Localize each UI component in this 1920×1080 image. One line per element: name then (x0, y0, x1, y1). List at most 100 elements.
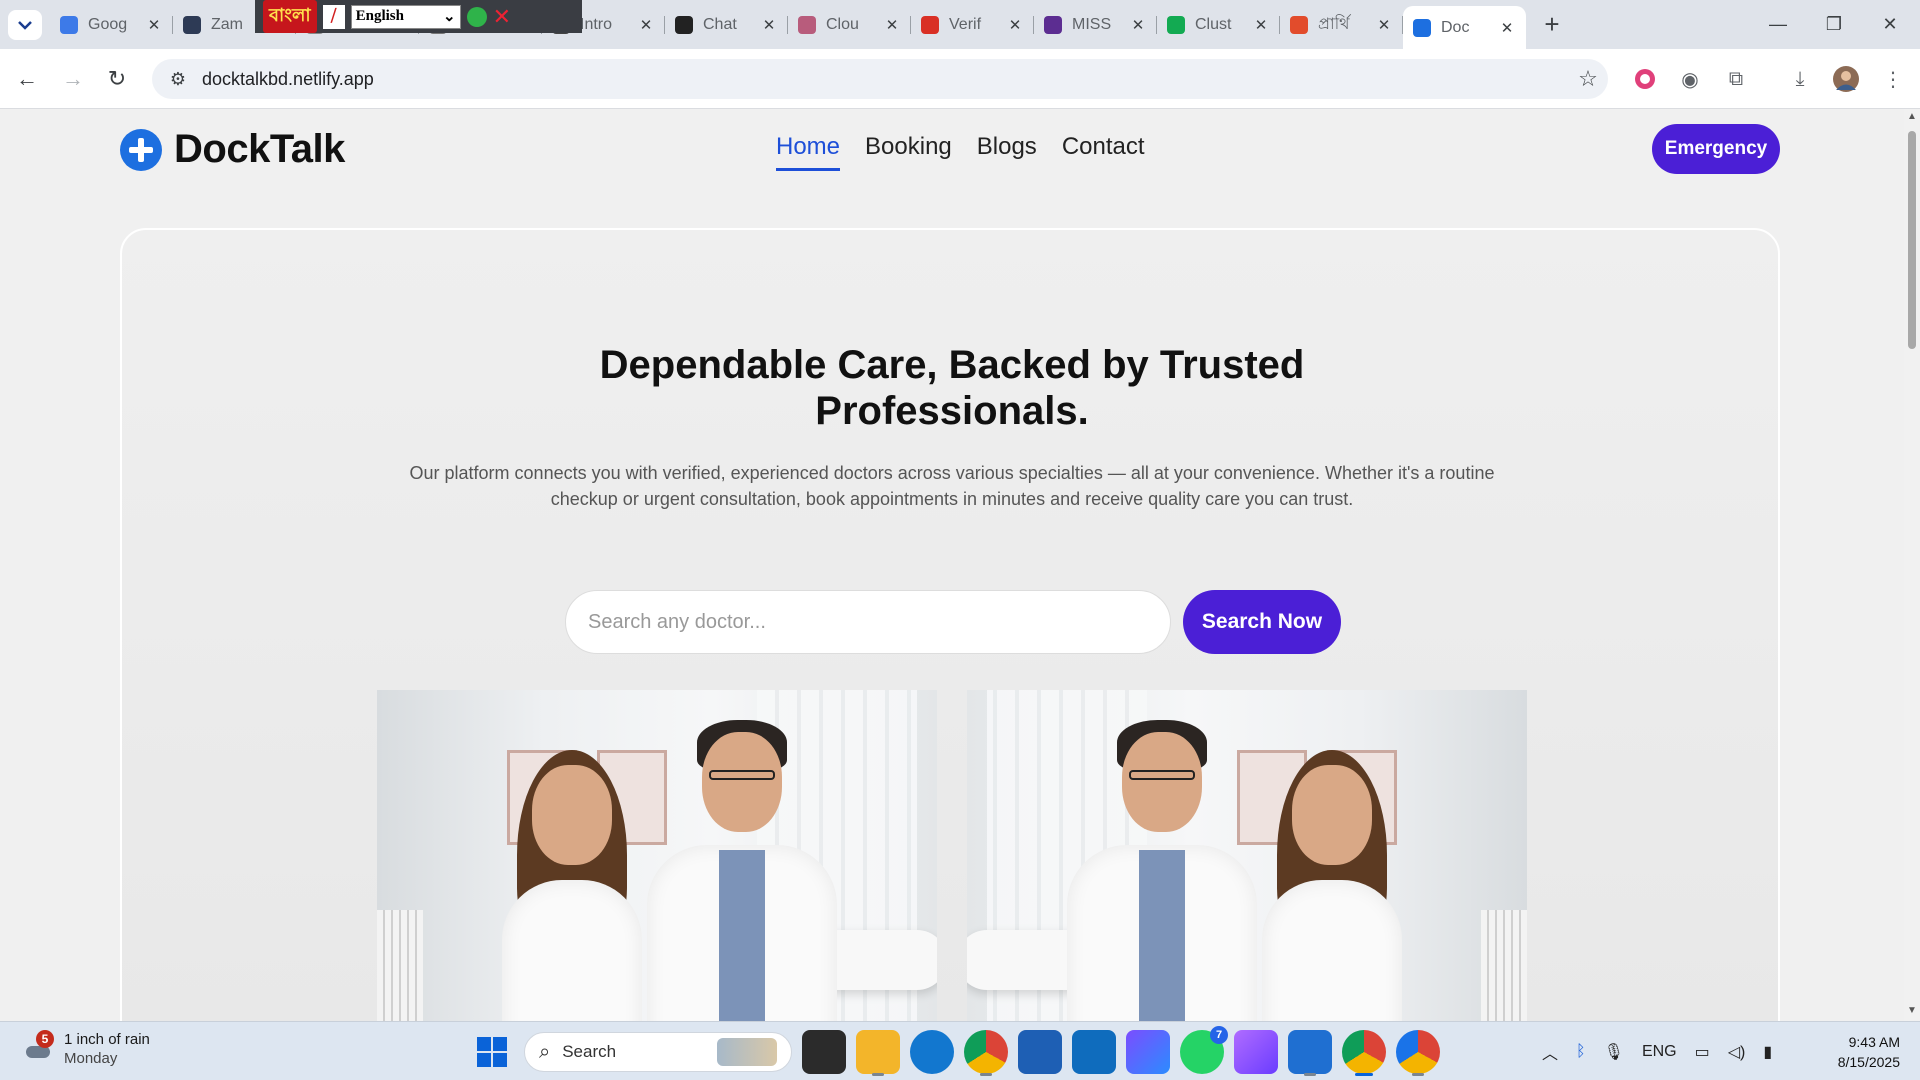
chrome-profile-icon[interactable] (1396, 1030, 1440, 1076)
bluetooth-icon[interactable]: ᛒ (1576, 1043, 1586, 1061)
bangla-brand[interactable]: বাংলা (263, 0, 317, 33)
file-explorer-icon[interactable] (856, 1030, 900, 1076)
chevron-up-icon[interactable]: ︿ (1542, 1040, 1558, 1064)
nav-booking[interactable]: Booking (865, 133, 952, 171)
edge-icon[interactable] (910, 1030, 954, 1074)
outlook-icon[interactable] (1072, 1030, 1116, 1074)
network-icon[interactable]: ▭ (1695, 1042, 1710, 1062)
running-indicator (1304, 1073, 1316, 1076)
browser-tab[interactable]: Chat ✕ (665, 6, 788, 43)
reload-button[interactable]: ↻ (100, 62, 134, 96)
vscode-icon[interactable] (1288, 1030, 1332, 1076)
chrome-icon[interactable] (964, 1030, 1008, 1076)
page-scrollbar[interactable]: ▲ ▼ (1904, 109, 1920, 1021)
site-info-icon[interactable]: ⚙ (158, 69, 198, 90)
address-bar[interactable]: ⚙ docktalkbd.netlify.app ☆ (152, 59, 1608, 99)
scroll-thumb[interactable] (1908, 131, 1916, 349)
lab-coat (502, 880, 642, 1021)
microphone-icon[interactable]: 🎙︎ (1604, 1042, 1624, 1062)
forward-button[interactable]: → (56, 62, 90, 96)
browser-tab[interactable]: Clust ✕ (1157, 6, 1280, 43)
task-view-icon[interactable] (802, 1030, 846, 1074)
search-highlight-image (717, 1038, 777, 1066)
browser-tab[interactable]: Verif ✕ (911, 6, 1034, 43)
copilot-icon[interactable] (1126, 1030, 1170, 1074)
minimize-button[interactable]: — (1750, 0, 1806, 49)
hero-title-line-2: Professionals. (815, 389, 1089, 433)
pen-app-icon[interactable] (1234, 1030, 1278, 1074)
tab-title: Doc (1441, 18, 1470, 36)
face (1122, 732, 1202, 832)
running-indicator (872, 1073, 884, 1076)
close-window-button[interactable]: ✕ (1862, 0, 1918, 49)
clock-time: 9:43 AM (1848, 1034, 1900, 1050)
restore-button[interactable]: ❐ (1806, 0, 1862, 49)
running-indicator (980, 1073, 992, 1076)
emergency-button[interactable]: Emergency (1652, 124, 1780, 174)
battery-icon[interactable]: ▮ (1763, 1042, 1772, 1062)
system-tray: ︿ ᛒ 🎙︎ ENG ▭ ◁) ▮ (1542, 1022, 1772, 1080)
scroll-down-icon[interactable]: ▼ (1907, 1005, 1917, 1016)
windows-start-icon[interactable] (470, 1030, 514, 1074)
doctors-photo-left (377, 690, 937, 1021)
clock[interactable]: 9:43 AM 8/15/2025 (1820, 1032, 1900, 1072)
tab-search-button[interactable] (8, 10, 42, 40)
volume-icon[interactable]: ◁) (1728, 1042, 1746, 1062)
language-indicator[interactable]: ENG (1642, 1043, 1677, 1061)
camera-icon[interactable]: ◉ (1672, 61, 1708, 97)
browser-tab[interactable]: প্রার্থি ✕ (1280, 6, 1403, 43)
new-tab-button[interactable]: + (1534, 6, 1570, 42)
medical-cross-icon (120, 128, 162, 171)
close-tab-icon[interactable]: ✕ (760, 16, 778, 34)
close-tab-icon[interactable]: ✕ (145, 16, 163, 34)
nav-contact[interactable]: Contact (1062, 133, 1145, 171)
profile-avatar[interactable] (1828, 61, 1864, 97)
close-tab-icon[interactable]: ✕ (1498, 19, 1516, 37)
extension-icon[interactable] (1627, 61, 1663, 97)
close-icon[interactable]: ✕ (493, 4, 511, 30)
extensions-puzzle-icon[interactable]: ⧉ (1718, 61, 1754, 97)
url-text[interactable]: docktalkbd.netlify.app (202, 69, 1568, 90)
weather-day: Monday (64, 1050, 118, 1067)
color-extension-icon (1635, 69, 1655, 89)
close-tab-icon[interactable]: ✕ (637, 16, 655, 34)
close-tab-icon[interactable]: ✕ (1006, 16, 1024, 34)
taskbar-search[interactable]: ⌕ Search (524, 1032, 792, 1072)
close-tab-icon[interactable]: ✕ (1252, 16, 1270, 34)
menu-icon[interactable]: ⋮ (1875, 61, 1911, 97)
store-icon[interactable] (1018, 1030, 1062, 1074)
nav-blogs[interactable]: Blogs (977, 133, 1037, 171)
close-tab-icon[interactable]: ✕ (1375, 16, 1393, 34)
whatsapp-icon[interactable]: 7 (1180, 1026, 1228, 1074)
hero-section: Dependable Care, Backed by Trusted Profe… (120, 228, 1780, 1021)
nav-home[interactable]: Home (776, 133, 841, 171)
app-icon (1290, 15, 1308, 34)
male-doctor (647, 720, 837, 1021)
chrome-active-icon[interactable] (1342, 1030, 1386, 1076)
search-now-button[interactable]: Search Now (1183, 590, 1341, 654)
weather-widget[interactable]: 5 1 inch of rain Monday (22, 1030, 150, 1068)
male-doctor (1067, 720, 1257, 1021)
shirt (719, 850, 765, 1021)
language-select[interactable]: English ⌄ (350, 4, 461, 29)
scroll-up-icon[interactable]: ▲ (1907, 111, 1917, 122)
back-button[interactable]: ← (10, 62, 44, 96)
globe-icon[interactable] (466, 6, 487, 27)
bookmark-star-icon[interactable]: ☆ (1568, 66, 1608, 92)
browser-tab[interactable]: Doc ✕ (1403, 6, 1526, 49)
search-icon: ⌕ (539, 1040, 551, 1063)
browser-tab[interactable]: MISS ✕ (1034, 6, 1157, 43)
doctor-search-input[interactable] (565, 590, 1171, 654)
site-logo[interactable]: DockTalk (120, 127, 345, 172)
chevron-down-icon (18, 21, 32, 30)
browser-tab[interactable]: Goog ✕ (50, 6, 173, 43)
close-tab-icon[interactable]: ✕ (1129, 16, 1147, 34)
chevron-down-icon: ⌄ (443, 9, 456, 25)
rain-cloud-icon: 5 (22, 1030, 54, 1064)
close-tab-icon[interactable]: ✕ (883, 16, 901, 34)
glasses (1129, 770, 1195, 780)
browser-tab[interactable]: Clou ✕ (788, 6, 911, 43)
pdf-icon[interactable]: ⧸ (322, 4, 345, 29)
download-icon[interactable]: ⤓ (1782, 61, 1818, 97)
tab-title: Intro (580, 15, 613, 33)
